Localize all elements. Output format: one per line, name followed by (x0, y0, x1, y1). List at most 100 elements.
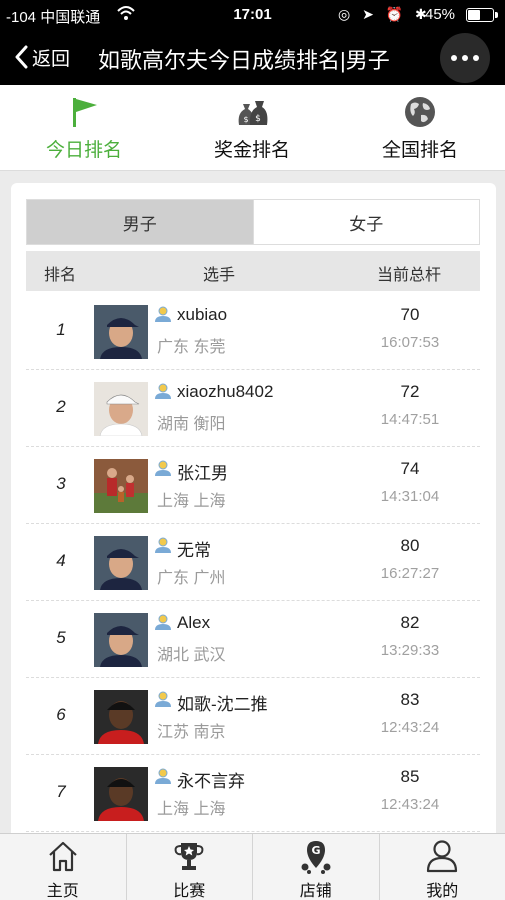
flag-icon (73, 98, 97, 127)
user-icon (427, 840, 458, 873)
player-name[interactable]: Alex (177, 613, 210, 633)
rank-number: 6 (56, 705, 66, 724)
tab-today-ranking[interactable]: 今日排名 (0, 85, 168, 171)
golfer-avatar (94, 536, 148, 590)
player-location: 湖北 武汉 (157, 647, 226, 664)
back-button[interactable]: 返回 (14, 44, 70, 70)
player-name[interactable]: xiaozhu8402 (177, 382, 273, 402)
score-time: 16:27:27 (380, 565, 440, 582)
player-score: 74 (400, 459, 420, 478)
money-bag-icon: $ $ (238, 101, 268, 125)
member-icon (155, 460, 171, 476)
score-time: 13:29:33 (380, 642, 440, 659)
nav-label: 主页 (46, 883, 79, 900)
tab-label: 奖金排名 (213, 140, 290, 161)
player-name[interactable]: 永不言弃 (177, 767, 245, 792)
table-row[interactable]: 6 如歌-沈二推江苏 南京 83 12:43:24 (26, 678, 480, 755)
tab-male[interactable]: 男子 (27, 200, 253, 244)
player-location: 湖南 衡阳 (157, 416, 226, 433)
rank-number: 3 (56, 474, 66, 493)
store-location-icon: G (301, 841, 331, 874)
trophy-icon (174, 843, 204, 870)
table-row[interactable]: 5 Alex 湖北 武汉 82 13:29:33 (26, 601, 480, 678)
member-icon (155, 614, 171, 630)
player-score: 70 (400, 305, 420, 324)
player-score: 83 (400, 690, 420, 709)
table-row[interactable]: 7 永不言弃上海 上海 85 12:43:24 (26, 755, 480, 832)
ranking-card: 男子 女子 排名 选手 当前总杆 1 xubiao 广东 东莞 70 16:07:53 2… (11, 183, 496, 863)
rank-number: 5 (56, 628, 66, 647)
member-icon (155, 537, 171, 553)
svg-text:$: $ (255, 114, 261, 124)
score-time: 16:07:53 (380, 334, 440, 351)
rank-number: 4 (56, 551, 66, 570)
score-time: 12:43:24 (380, 796, 440, 813)
rank-number: 7 (56, 782, 66, 801)
player-name[interactable]: 张江男 (177, 459, 228, 484)
table-row[interactable]: 4 无常广东 广州 80 16:27:27 (26, 524, 480, 601)
golfer-white-cap-avatar (94, 382, 148, 436)
table-header: 排名 选手 当前总杆 (26, 251, 480, 291)
golfer-avatar (94, 305, 148, 359)
tab-national-ranking[interactable]: 全国排名 (336, 85, 504, 171)
table-row[interactable]: 2 xiaozhu8402 湖南 衡阳 72 14:47:51 (26, 370, 480, 447)
player-name[interactable]: xubiao (177, 305, 227, 325)
nav-match[interactable]: 比赛 (125, 834, 253, 900)
nav-home[interactable]: 主页 (0, 834, 126, 900)
status-bar: -104 中国联通 17:01 ◎ ➤ ⏰ ✱ 45% (0, 0, 505, 30)
nav-label: 比赛 (173, 883, 206, 900)
member-icon (155, 768, 171, 784)
tab-prize-ranking[interactable]: $ $ 奖金排名 (168, 85, 336, 171)
header-player: 选手 (203, 267, 236, 284)
player-location: 上海 上海 (157, 493, 226, 510)
member-icon (155, 691, 171, 707)
nav-profile[interactable]: 我的 (378, 834, 505, 900)
battery-icon (466, 8, 498, 22)
table-row[interactable]: 1 xubiao 广东 东莞 70 16:07:53 (26, 293, 480, 370)
title-bar: 返回 如歌高尔夫今日成绩排名|男子 (0, 30, 505, 85)
chevron-left-icon (15, 45, 28, 69)
member-icon (155, 383, 171, 399)
score-time: 14:47:51 (380, 411, 440, 428)
bottom-nav: 主页 比赛 G 店铺 我的 (0, 833, 505, 900)
tab-label: 全国排名 (381, 140, 458, 161)
score-time: 12:43:24 (380, 719, 440, 736)
rank-number: 2 (56, 397, 66, 416)
status-icons: ◎ ➤ ⏰ ✱ (338, 6, 431, 22)
player-score: 82 (400, 613, 420, 632)
table-row[interactable]: 3 张江男上海 上海 74 14:31:04 (26, 447, 480, 524)
player-score: 85 (400, 767, 420, 786)
page-title: 如歌高尔夫今日成绩排名|男子 (98, 48, 390, 73)
player-location: 广东 广州 (157, 570, 226, 587)
player-score: 80 (400, 536, 420, 555)
golfer-red-shirt-avatar (94, 690, 148, 744)
player-name[interactable]: 如歌-沈二推 (177, 690, 268, 715)
player-location: 上海 上海 (157, 801, 226, 818)
nav-label: 店铺 (299, 883, 332, 900)
svg-text:G: G (311, 844, 320, 857)
golfer-avatar (94, 613, 148, 667)
battery-percent: 45% (425, 6, 456, 23)
player-location: 江苏 南京 (157, 724, 226, 741)
family-photo-avatar (94, 459, 148, 513)
globe-icon (405, 97, 435, 127)
nav-label: 我的 (426, 883, 459, 900)
player-score: 72 (400, 382, 420, 401)
ranking-tabs: 今日排名 $ $ 奖金排名 全国排名 (0, 85, 505, 171)
gender-switch: 男子 女子 (26, 199, 480, 245)
more-options-button[interactable] (440, 33, 490, 83)
golfer-red-shirt-avatar (94, 767, 148, 821)
ranking-list: 1 xubiao 广东 东莞 70 16:07:53 2 xiaozhu8402 湖南 衡阳 7… (26, 293, 480, 832)
player-name[interactable]: 无常 (177, 536, 211, 561)
nav-store[interactable]: G 店铺 (252, 834, 379, 900)
rank-number: 1 (56, 320, 66, 339)
svg-text:$: $ (243, 115, 248, 124)
header-rank: 排名 (44, 267, 77, 284)
member-icon (155, 306, 171, 322)
tab-female[interactable]: 女子 (252, 200, 480, 244)
score-time: 14:31:04 (380, 488, 440, 505)
player-location: 广东 东莞 (157, 339, 226, 356)
back-label: 返回 (32, 48, 71, 70)
home-icon (49, 841, 77, 872)
tab-label: 今日排名 (45, 140, 122, 161)
